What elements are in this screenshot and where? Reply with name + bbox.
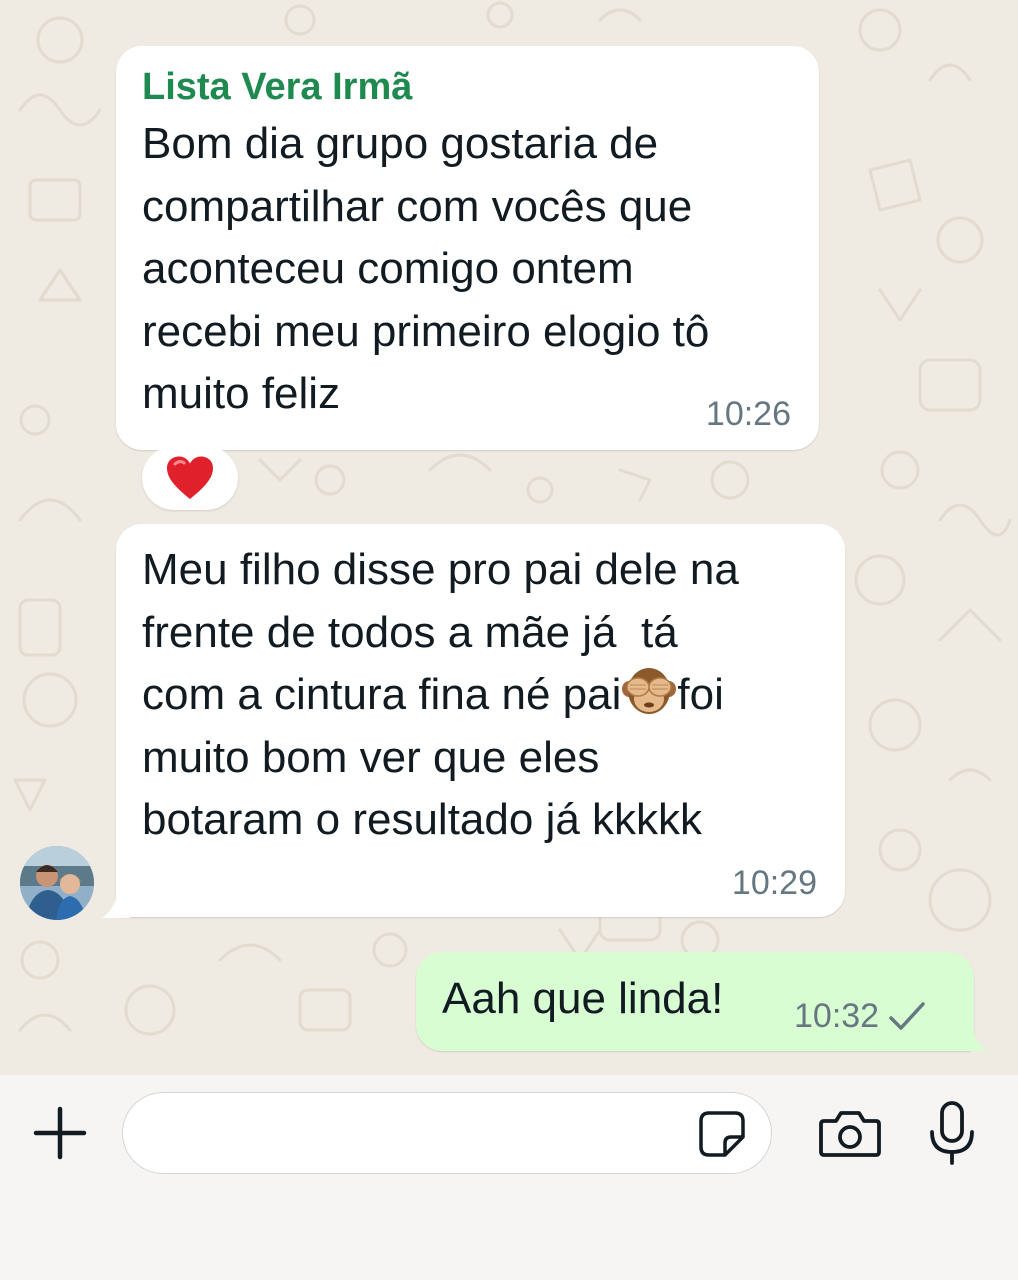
message-line: Meu filho disse pro pai dele na	[142, 545, 739, 594]
microphone-icon	[930, 1101, 974, 1165]
voice-message-button[interactable]	[922, 1095, 982, 1171]
plus-icon	[33, 1106, 87, 1160]
message-line-with-emoji: com a cintura fina né pai foi	[142, 664, 739, 727]
sticker-button[interactable]	[697, 1109, 747, 1159]
sticker-icon	[699, 1111, 745, 1157]
sender-avatar[interactable]	[20, 846, 94, 920]
bubble-tail	[102, 892, 130, 918]
message-timestamp: 10:26	[705, 395, 791, 433]
message-line: compartilhar com vocês que	[142, 181, 693, 231]
attach-button[interactable]	[26, 1099, 94, 1167]
message-bubble-outgoing[interactable]: Aah que linda! 10:32	[416, 952, 974, 1051]
message-composer	[0, 1075, 1018, 1280]
bubble-tail	[962, 1025, 988, 1051]
see-no-evil-monkey-emoji	[622, 668, 677, 714]
message-line: recebi meu primeiro elogio tô	[142, 306, 710, 356]
message-bubble-incoming[interactable]: Lista Vera Irmã Bom dia grupo gostaria d…	[116, 46, 819, 450]
message-line: Bom dia grupo gostaria de	[142, 119, 659, 168]
avatar-photo	[20, 846, 94, 920]
message-bubble-incoming[interactable]: Meu filho disse pro pai dele na frente d…	[116, 524, 845, 917]
camera-icon	[819, 1111, 881, 1157]
message-line: botaram o resultado já kkkkk	[142, 795, 703, 844]
message-line: frente de todos a mãe já tá	[142, 607, 678, 657]
message-input-box[interactable]	[122, 1092, 772, 1174]
message-line: muito bom ver que eles	[142, 732, 600, 782]
reaction-heart[interactable]	[142, 446, 238, 510]
sender-name[interactable]: Lista Vera Irmã	[142, 66, 412, 109]
message-text: Bom dia grupo gostaria de compartilhar c…	[142, 113, 709, 426]
message-timestamp: 10:32	[794, 997, 927, 1036]
message-timestamp: 10:29	[731, 864, 817, 902]
single-check-icon	[889, 1001, 925, 1030]
message-input[interactable]	[151, 1109, 691, 1157]
message-text: Meu filho disse pro pai dele na frente d…	[142, 539, 739, 852]
message-text: Aah que linda!	[442, 974, 724, 1023]
camera-button[interactable]	[814, 1099, 886, 1167]
heart-icon	[167, 456, 213, 499]
message-line: muito feliz	[142, 369, 341, 418]
message-line: aconteceu comigo ontem	[142, 244, 634, 293]
